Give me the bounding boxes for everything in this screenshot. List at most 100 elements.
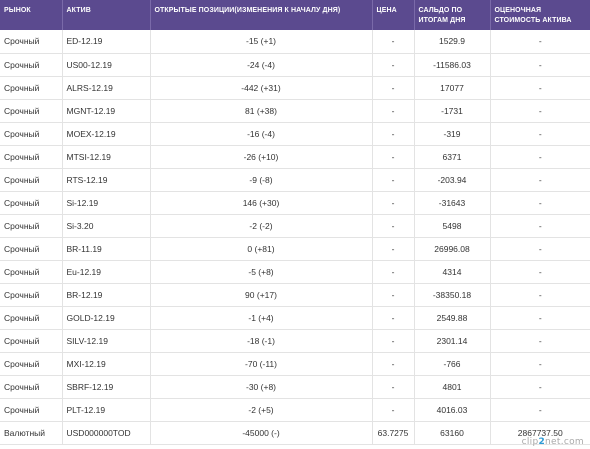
cell-positions: -15 (+1) xyxy=(150,30,373,54)
cell-balance: 4314 xyxy=(414,260,491,284)
cell-market: Срочный xyxy=(0,53,63,77)
cell-price: - xyxy=(372,214,415,238)
table-row: Срочный BR-11.19 0 (+81) -26996.08- xyxy=(0,237,590,261)
cell-asset: MOEX-12.19 xyxy=(62,122,151,146)
cell-market: Срочный xyxy=(0,352,63,376)
cell-valuation: - xyxy=(490,53,590,77)
cell-price: - xyxy=(372,375,415,399)
cell-balance: 4801 xyxy=(414,375,491,399)
cell-positions: -442 (+31) xyxy=(150,76,373,100)
cell-valuation: - xyxy=(490,122,590,146)
cell-asset: SILV-12.19 xyxy=(62,329,151,353)
cell-balance: 63160 xyxy=(414,421,491,445)
cell-asset: PLT-12.19 xyxy=(62,398,151,422)
cell-valuation: - xyxy=(490,375,590,399)
cell-price: - xyxy=(372,122,415,146)
positions-table-container: РЫНОК АКТИВ ОТКРЫТЫЕ ПОЗИЦИИ(ИЗМЕНЕНИЯ К… xyxy=(0,0,590,445)
watermark-logo: clip2net.com xyxy=(521,437,584,447)
cell-market: Срочный xyxy=(0,214,63,238)
cell-positions: -1 (+4) xyxy=(150,306,373,330)
cell-asset: GOLD-12.19 xyxy=(62,306,151,330)
header-valuation: ОЦЕНОЧНАЯ СТОИМОСТЬ АКТИВА xyxy=(490,0,590,30)
header-positions: ОТКРЫТЫЕ ПОЗИЦИИ(ИЗМЕНЕНИЯ К НАЧАЛУ ДНЯ) xyxy=(150,0,373,30)
cell-market: Срочный xyxy=(0,76,63,100)
cell-valuation: - xyxy=(490,306,590,330)
cell-balance: 6371 xyxy=(414,145,491,169)
cell-market: Срочный xyxy=(0,329,63,353)
cell-market: Срочный xyxy=(0,260,63,284)
cell-asset: BR-11.19 xyxy=(62,237,151,261)
cell-market: Срочный xyxy=(0,122,63,146)
table-row: Срочный SILV-12.19 -18 (-1) -2301.14- xyxy=(0,329,590,353)
cell-balance: -38350.18 xyxy=(414,283,491,307)
cell-positions: -30 (+8) xyxy=(150,375,373,399)
table-header-row: РЫНОК АКТИВ ОТКРЫТЫЕ ПОЗИЦИИ(ИЗМЕНЕНИЯ К… xyxy=(0,0,590,30)
cell-asset: SBRF-12.19 xyxy=(62,375,151,399)
cell-asset: MXI-12.19 xyxy=(62,352,151,376)
cell-positions: -9 (-8) xyxy=(150,168,373,192)
cell-positions: -5 (+8) xyxy=(150,260,373,284)
cell-market: Срочный xyxy=(0,168,63,192)
cell-price: - xyxy=(372,168,415,192)
cell-price: - xyxy=(372,237,415,261)
table-row: Срочный PLT-12.19 -2 (+5) -4016.03- xyxy=(0,398,590,422)
cell-balance: -203.94 xyxy=(414,168,491,192)
cell-positions: 81 (+38) xyxy=(150,99,373,123)
cell-asset: MGNT-12.19 xyxy=(62,99,151,123)
cell-valuation: - xyxy=(490,283,590,307)
table-row: Срочный ALRS-12.19 -442 (+31) -17077- xyxy=(0,76,590,100)
cell-balance: -766 xyxy=(414,352,491,376)
cell-market: Срочный xyxy=(0,283,63,307)
cell-valuation: - xyxy=(490,352,590,376)
cell-positions: 146 (+30) xyxy=(150,191,373,215)
cell-market: Срочный xyxy=(0,398,63,422)
cell-price: - xyxy=(372,283,415,307)
cell-market: Валютный xyxy=(0,421,63,445)
table-row: Срочный MTSI-12.19 -26 (+10) -6371- xyxy=(0,145,590,169)
cell-valuation: - xyxy=(490,168,590,192)
cell-asset: ED-12.19 xyxy=(62,30,151,54)
positions-table: РЫНОК АКТИВ ОТКРЫТЫЕ ПОЗИЦИИ(ИЗМЕНЕНИЯ К… xyxy=(0,0,590,445)
cell-positions: -70 (-11) xyxy=(150,352,373,376)
cell-price: - xyxy=(372,53,415,77)
cell-price: - xyxy=(372,329,415,353)
cell-positions: -24 (-4) xyxy=(150,53,373,77)
cell-positions: -18 (-1) xyxy=(150,329,373,353)
cell-price: - xyxy=(372,145,415,169)
cell-price: - xyxy=(372,30,415,54)
cell-market: Срочный xyxy=(0,145,63,169)
cell-positions: -2 (+5) xyxy=(150,398,373,422)
cell-valuation: - xyxy=(490,214,590,238)
cell-valuation: - xyxy=(490,145,590,169)
table-row: Срочный US00-12.19 -24 (-4) - -11586.03- xyxy=(0,53,590,77)
cell-valuation: - xyxy=(490,30,590,54)
cell-balance: 26996.08 xyxy=(414,237,491,261)
table-row: Валютный USD000000TOD -45000 (-) 63.7275 631… xyxy=(0,421,590,445)
cell-balance: -319 xyxy=(414,122,491,146)
cell-market: Срочный xyxy=(0,237,63,261)
table-row: Срочный MGNT-12.19 81 (+38) - -1731- xyxy=(0,99,590,123)
table-row: Срочный SBRF-12.19 -30 (+8) -4801- xyxy=(0,375,590,399)
table-row: Срочный Eu-12.19 -5 (+8) -4314- xyxy=(0,260,590,284)
cell-balance: 4016.03 xyxy=(414,398,491,422)
cell-asset: US00-12.19 xyxy=(62,53,151,77)
cell-asset: RTS-12.19 xyxy=(62,168,151,192)
header-market: РЫНОК xyxy=(0,0,63,30)
cell-valuation: - xyxy=(490,237,590,261)
table-body: Срочный ED-12.19 -15 (+1) -1529.9- Срочный US… xyxy=(0,30,590,445)
table-row: Срочный Si-12.19 146 (+30) - -31643- xyxy=(0,191,590,215)
cell-price: - xyxy=(372,398,415,422)
cell-valuation: - xyxy=(490,398,590,422)
cell-positions: 0 (+81) xyxy=(150,237,373,261)
cell-price: 63.7275 xyxy=(372,421,415,445)
header-balance: САЛЬДО ПО ИТОГАМ ДНЯ xyxy=(414,0,491,30)
cell-valuation: - xyxy=(490,329,590,353)
cell-market: Срочный xyxy=(0,306,63,330)
cell-price: - xyxy=(372,76,415,100)
cell-asset: BR-12.19 xyxy=(62,283,151,307)
cell-positions: -26 (+10) xyxy=(150,145,373,169)
cell-positions: -2 (-2) xyxy=(150,214,373,238)
cell-market: Срочный xyxy=(0,191,63,215)
cell-market: Срочный xyxy=(0,99,63,123)
cell-positions: -45000 (-) xyxy=(150,421,373,445)
